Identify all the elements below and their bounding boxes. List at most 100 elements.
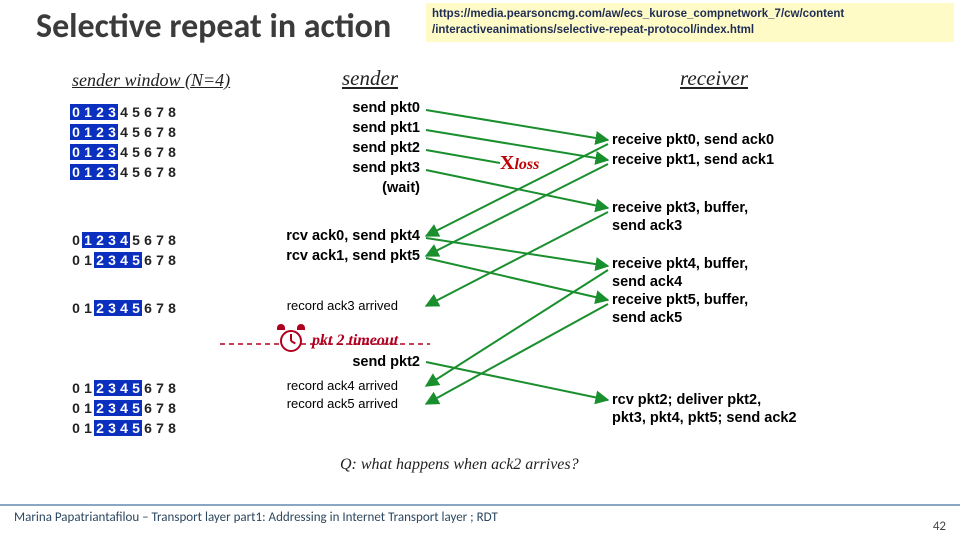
- seq-digit: 2: [94, 104, 106, 120]
- sequence-row: 012345678: [70, 232, 178, 248]
- seq-digit: 6: [142, 144, 154, 160]
- seq-digit: 2: [94, 164, 106, 180]
- seq-digit: 8: [166, 104, 178, 120]
- seq-digit: 8: [166, 420, 178, 436]
- slide-title: Selective repeat in action: [36, 6, 391, 47]
- sequence-row: 012345678: [70, 144, 178, 160]
- loss-marker: Xloss: [500, 152, 539, 175]
- sender-event: rcv ack0, send pkt4: [286, 228, 420, 244]
- seq-digit: 2: [94, 252, 106, 268]
- receiver-event: receive pkt4, buffer,: [612, 256, 748, 272]
- seq-digit: 4: [118, 400, 130, 416]
- seq-digit: 7: [154, 420, 166, 436]
- seq-digit: 1: [82, 232, 94, 248]
- seq-digit: 0: [70, 300, 82, 316]
- sender-event: record ack3 arrived: [287, 298, 398, 313]
- seq-digit: 5: [130, 400, 142, 416]
- seq-digit: 1: [82, 144, 94, 160]
- seq-digit: 5: [130, 232, 142, 248]
- seq-digit: 1: [82, 124, 94, 140]
- seq-digit: 8: [166, 232, 178, 248]
- seq-digit: 8: [166, 300, 178, 316]
- receiver-event: receive pkt3, buffer,: [612, 200, 748, 216]
- timeout-label: pkt 2 timeout: [312, 332, 398, 350]
- seq-digit: 5: [130, 252, 142, 268]
- seq-digit: 8: [166, 400, 178, 416]
- receiver-event: send ack3: [612, 218, 682, 234]
- sender-event: send pkt0: [352, 100, 420, 116]
- seq-digit: 4: [118, 380, 130, 396]
- seq-digit: 7: [154, 400, 166, 416]
- seq-digit: 6: [142, 124, 154, 140]
- receiver-event: pkt3, pkt4, pkt5; send ack2: [612, 410, 797, 426]
- seq-digit: 3: [106, 300, 118, 316]
- sequence-row: 012345678: [70, 124, 178, 140]
- seq-digit: 8: [166, 380, 178, 396]
- seq-digit: 8: [166, 144, 178, 160]
- seq-digit: 0: [70, 232, 82, 248]
- seq-digit: 6: [142, 420, 154, 436]
- sequence-row: 012345678: [70, 400, 178, 416]
- seq-digit: 7: [154, 124, 166, 140]
- seq-digit: 8: [166, 252, 178, 268]
- sequence-row: 012345678: [70, 104, 178, 120]
- seq-digit: 2: [94, 124, 106, 140]
- sender-event: send pkt2: [352, 140, 420, 156]
- seq-digit: 5: [130, 144, 142, 160]
- seq-digit: 2: [94, 380, 106, 396]
- receiver-event: rcv pkt2; deliver pkt2,: [612, 392, 761, 408]
- diagram-stage: sender window (N=4) sender receiver Xlos…: [0, 60, 960, 490]
- seq-digit: 4: [118, 420, 130, 436]
- seq-digit: 6: [142, 232, 154, 248]
- seq-digit: 2: [94, 232, 106, 248]
- seq-digit: 1: [82, 252, 94, 268]
- seq-digit: 8: [166, 124, 178, 140]
- heading-sender-window: sender window (N=4): [72, 70, 230, 91]
- sequence-row: 012345678: [70, 300, 178, 316]
- url-line-1: https://media.pearsoncmg.com/aw/ecs_kuro…: [432, 7, 948, 23]
- url-box[interactable]: https://media.pearsoncmg.com/aw/ecs_kuro…: [426, 3, 954, 42]
- seq-digit: 1: [82, 104, 94, 120]
- seq-digit: 3: [106, 400, 118, 416]
- page-number: 42: [933, 519, 946, 534]
- sender-event: send pkt3: [352, 160, 420, 176]
- sender-event: record ack4 arrived: [287, 378, 398, 393]
- seq-digit: 0: [70, 420, 82, 436]
- seq-digit: 5: [130, 164, 142, 180]
- seq-digit: 3: [106, 144, 118, 160]
- seq-digit: 6: [142, 400, 154, 416]
- seq-digit: 7: [154, 104, 166, 120]
- seq-digit: 7: [154, 380, 166, 396]
- seq-digit: 0: [70, 124, 82, 140]
- seq-digit: 5: [130, 420, 142, 436]
- seq-digit: 3: [106, 420, 118, 436]
- seq-digit: 5: [130, 300, 142, 316]
- seq-digit: 4: [118, 300, 130, 316]
- seq-digit: 6: [142, 300, 154, 316]
- seq-digit: 1: [82, 420, 94, 436]
- loss-text: loss: [514, 156, 539, 173]
- seq-digit: 7: [154, 164, 166, 180]
- receiver-event: receive pkt1, send ack1: [612, 152, 774, 168]
- seq-digit: 0: [70, 164, 82, 180]
- x-icon: X: [500, 152, 514, 174]
- seq-digit: 3: [106, 124, 118, 140]
- seq-digit: 0: [70, 380, 82, 396]
- heading-sender: sender: [342, 66, 398, 91]
- seq-digit: 3: [106, 232, 118, 248]
- seq-digit: 2: [94, 300, 106, 316]
- sequence-row: 012345678: [70, 420, 178, 436]
- seq-digit: 0: [70, 400, 82, 416]
- question-text: Q: what happens when ack2 arrives?: [340, 456, 579, 474]
- seq-digit: 1: [82, 164, 94, 180]
- receiver-event: receive pkt0, send ack0: [612, 132, 774, 148]
- seq-digit: 6: [142, 164, 154, 180]
- sender-event: rcv ack1, send pkt5: [286, 248, 420, 264]
- seq-digit: 3: [106, 104, 118, 120]
- footer-text: Marina Papatriantafilou – Transport laye…: [0, 504, 960, 532]
- seq-digit: 6: [142, 252, 154, 268]
- seq-digit: 3: [106, 380, 118, 396]
- url-line-2: /interactiveanimations/selective-repeat-…: [432, 23, 948, 39]
- seq-digit: 4: [118, 232, 130, 248]
- seq-digit: 5: [130, 124, 142, 140]
